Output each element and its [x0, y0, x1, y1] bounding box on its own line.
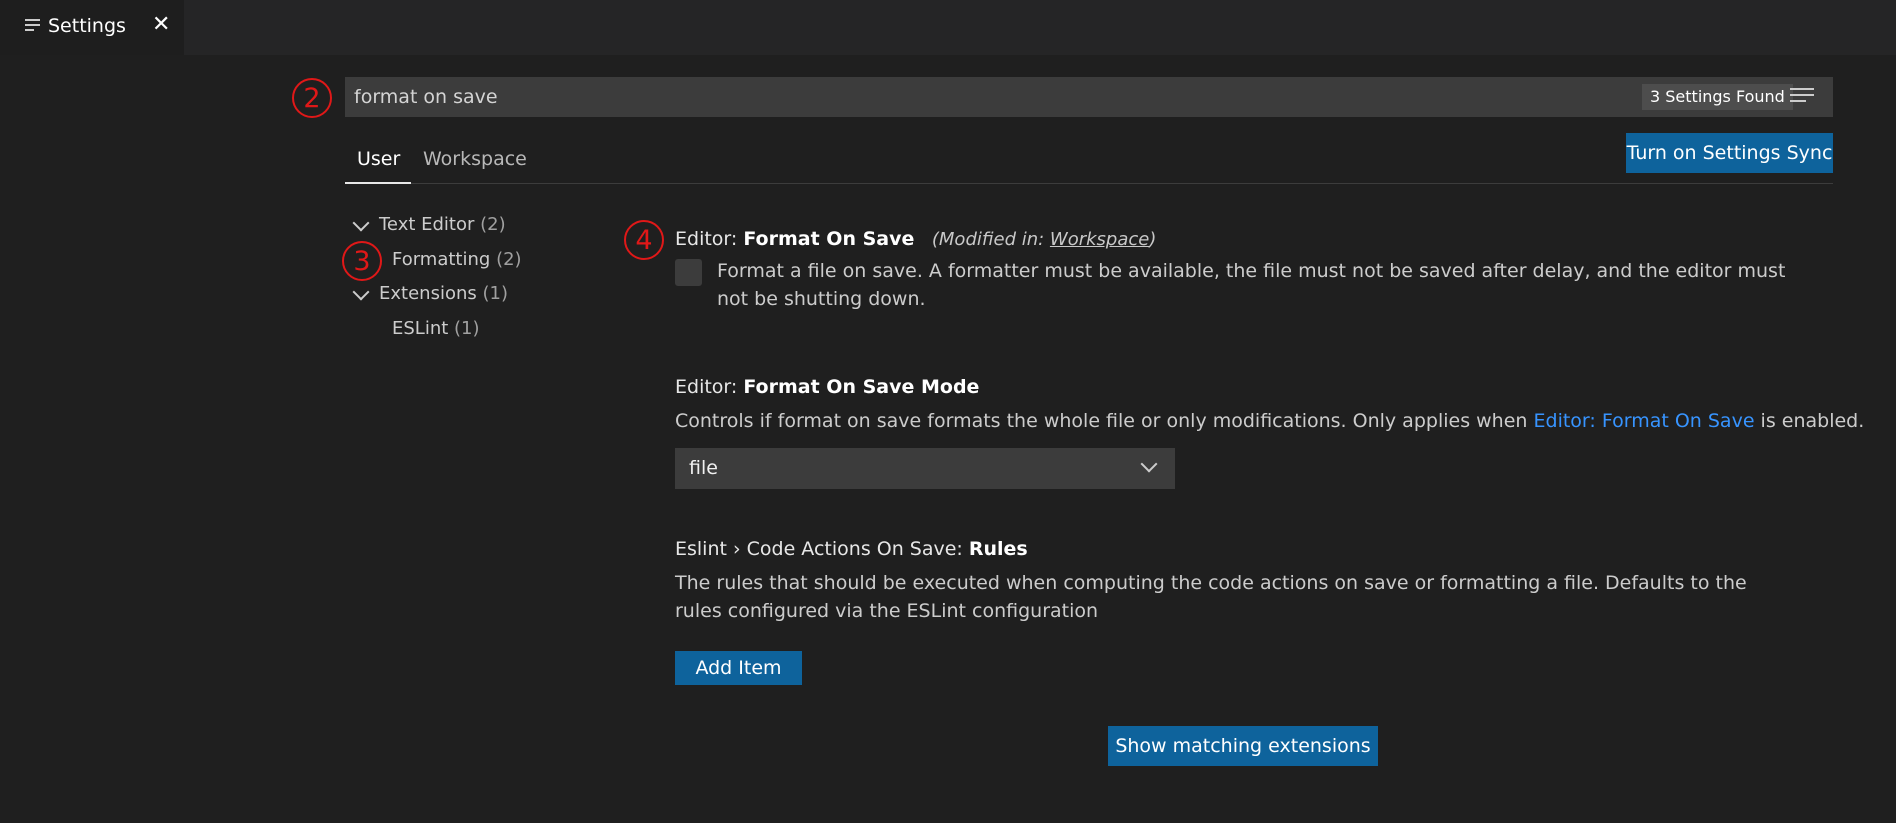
turn-on-settings-sync-button[interactable]: Turn on Settings Sync [1626, 133, 1833, 173]
setting-name: Format On Save [743, 228, 915, 250]
toc-item-formatting[interactable]: Formatting (2) [392, 249, 522, 270]
search-query: format on save [354, 86, 498, 108]
clear-filter-icon[interactable] [1790, 88, 1814, 106]
close-icon[interactable]: ✕ [152, 12, 170, 37]
chevron-down-icon[interactable] [352, 283, 370, 301]
toc-item-extensions[interactable]: Extensions (1) [379, 283, 508, 304]
modified-suffix: ) [1149, 229, 1157, 250]
show-matching-extensions-button[interactable]: Show matching extensions [1108, 726, 1378, 766]
setting-category: Editor: [675, 376, 744, 398]
settings-tab[interactable]: Settings ✕ [0, 0, 184, 55]
description-text: is enabled. [1754, 410, 1865, 432]
chevron-down-icon[interactable] [352, 214, 370, 232]
add-item-button[interactable]: Add Item [675, 651, 802, 685]
toc-count: (2) [480, 214, 506, 235]
setting-category: Editor: [675, 228, 744, 250]
toc-count: (1) [482, 283, 508, 304]
setting-description: Format a file on save. A formatter must … [717, 260, 1786, 310]
setting-category: Eslint › Code Actions On Save: [675, 538, 969, 560]
select-value: file [689, 457, 718, 479]
setting-description: The rules that should be executed when c… [675, 572, 1747, 622]
toc-item-text-editor[interactable]: Text Editor (2) [379, 214, 506, 235]
setting-name: Format On Save Mode [743, 376, 980, 398]
results-count-badge: 3 Settings Found [1642, 84, 1793, 110]
toc-label: Text Editor [379, 214, 475, 235]
annotation-marker-3: 3 [342, 241, 382, 281]
settings-file-icon [25, 19, 40, 33]
modified-in-workspace-link[interactable]: Workspace [1050, 229, 1149, 250]
modified-prefix: (Modified in: [931, 229, 1050, 250]
format-on-save-link[interactable]: Editor: Format On Save [1534, 410, 1755, 432]
tab-user[interactable]: User [357, 148, 400, 170]
editor-tab-bar: Settings ✕ [0, 0, 1896, 55]
tab-workspace[interactable]: Workspace [423, 148, 527, 170]
tab-divider [345, 183, 1833, 184]
toc-label: ESLint [392, 318, 449, 339]
modified-indicator: (Modified in: Workspace) [920, 229, 1157, 250]
toc-count: (2) [496, 249, 522, 270]
settings-search-input[interactable]: format on save 3 Settings Found [345, 77, 1833, 117]
setting-title-format-on-save-mode: Editor: Format On Save Mode [675, 376, 979, 398]
annotation-marker-4: 4 [624, 220, 664, 260]
toc-count: (1) [454, 318, 480, 339]
toc-item-eslint[interactable]: ESLint (1) [392, 318, 480, 339]
setting-description: Controls if format on save formats the w… [675, 407, 1875, 435]
tab-title: Settings [48, 15, 126, 37]
setting-title-eslint-rules: Eslint › Code Actions On Save: Rules [675, 538, 1028, 560]
toc-label: Extensions [379, 283, 477, 304]
setting-name: Rules [968, 538, 1028, 560]
toc-label: Formatting [392, 249, 491, 270]
format-on-save-mode-select[interactable]: file [675, 448, 1175, 489]
annotation-marker-2: 2 [292, 78, 332, 118]
description-text: Controls if format on save formats the w… [675, 410, 1534, 432]
setting-title-format-on-save: Editor: Format On Save (Modified in: Wor… [675, 228, 1156, 250]
format-on-save-checkbox[interactable] [675, 259, 702, 286]
chevron-down-icon [1140, 455, 1158, 473]
active-tab-indicator [345, 182, 411, 184]
